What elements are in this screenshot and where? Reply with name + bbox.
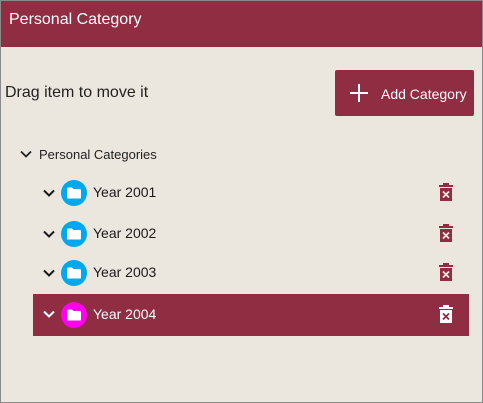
tree-item-year-2004[interactable]: Year 2004: [33, 294, 469, 336]
tree-item-label: Year 2002: [93, 225, 157, 241]
delete-icon[interactable]: [439, 224, 453, 242]
add-category-button[interactable]: Add Category: [335, 70, 474, 116]
tree-item-year-2002[interactable]: Year 2002: [33, 214, 469, 254]
delete-icon[interactable]: [439, 263, 453, 281]
plus-icon: [349, 83, 369, 103]
tree-item-label: Year 2001: [93, 184, 157, 200]
chevron-down-icon[interactable]: [42, 186, 56, 200]
window-title: Personal Category: [1, 1, 482, 47]
folder-icon: [61, 260, 87, 286]
tree-root-label: Personal Categories: [39, 146, 157, 162]
add-category-label: Add Category: [381, 86, 467, 102]
chevron-down-icon[interactable]: [42, 307, 56, 321]
folder-icon: [61, 302, 87, 328]
tree-item-year-2001[interactable]: Year 2001: [33, 173, 469, 213]
delete-icon[interactable]: [439, 183, 453, 201]
tree-root[interactable]: Personal Categories: [19, 144, 157, 164]
folder-icon: [61, 180, 87, 206]
personal-category-window: Personal Category Drag item to move it A…: [0, 0, 483, 403]
chevron-down-icon[interactable]: [42, 266, 56, 280]
tree-item-year-2003[interactable]: Year 2003: [33, 253, 469, 293]
chevron-down-icon[interactable]: [42, 227, 56, 241]
drag-hint: Drag item to move it: [5, 84, 149, 101]
folder-icon: [61, 221, 87, 247]
tree-item-label: Year 2003: [93, 264, 157, 280]
delete-icon[interactable]: [439, 305, 453, 323]
tree-item-label: Year 2004: [93, 306, 157, 322]
chevron-down-icon[interactable]: [19, 147, 33, 161]
